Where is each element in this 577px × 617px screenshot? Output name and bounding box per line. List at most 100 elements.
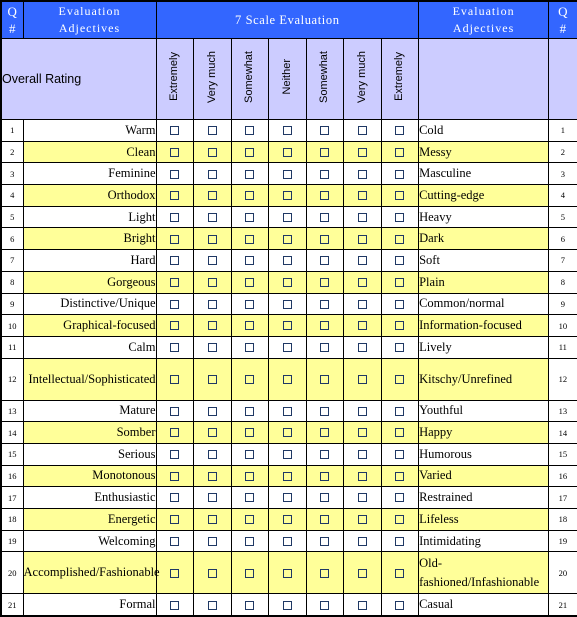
- empty-checkbox-icon[interactable]: [170, 600, 180, 610]
- empty-checkbox-icon[interactable]: [357, 343, 367, 353]
- rating-cell-3[interactable]: [230, 593, 269, 617]
- rating-cell-4[interactable]: [268, 508, 307, 531]
- empty-checkbox-icon[interactable]: [320, 147, 330, 157]
- rating-cell-2[interactable]: [193, 442, 232, 466]
- rating-cell-7[interactable]: [380, 399, 420, 423]
- empty-checkbox-icon[interactable]: [170, 169, 180, 179]
- rating-cell-3[interactable]: [230, 205, 269, 229]
- empty-checkbox-icon[interactable]: [282, 515, 292, 525]
- empty-checkbox-icon[interactable]: [282, 471, 292, 481]
- empty-checkbox-icon[interactable]: [357, 147, 367, 157]
- rating-cell-4[interactable]: [268, 551, 307, 595]
- empty-checkbox-icon[interactable]: [357, 536, 367, 546]
- rating-cell-7[interactable]: [380, 140, 420, 164]
- empty-checkbox-icon[interactable]: [320, 191, 330, 201]
- rating-cell-5[interactable]: [305, 249, 344, 272]
- rating-cell-1[interactable]: [155, 357, 194, 401]
- rating-cell-4[interactable]: [268, 162, 307, 186]
- rating-cell-5[interactable]: [305, 357, 344, 401]
- rating-cell-5[interactable]: [305, 314, 344, 337]
- rating-cell-5[interactable]: [305, 270, 344, 294]
- rating-cell-5[interactable]: [305, 593, 344, 617]
- rating-cell-2[interactable]: [193, 357, 232, 401]
- rating-cell-5[interactable]: [305, 119, 344, 142]
- rating-cell-7[interactable]: [380, 442, 420, 466]
- empty-checkbox-icon[interactable]: [357, 493, 367, 503]
- empty-checkbox-icon[interactable]: [282, 343, 292, 353]
- rating-cell-6[interactable]: [343, 227, 382, 251]
- empty-checkbox-icon[interactable]: [170, 212, 180, 222]
- rating-cell-6[interactable]: [343, 357, 382, 401]
- empty-checkbox-icon[interactable]: [245, 277, 255, 287]
- rating-cell-6[interactable]: [343, 551, 382, 595]
- empty-checkbox-icon[interactable]: [282, 299, 292, 309]
- rating-cell-1[interactable]: [155, 593, 194, 617]
- empty-checkbox-icon[interactable]: [320, 234, 330, 244]
- rating-cell-4[interactable]: [268, 486, 307, 509]
- rating-cell-5[interactable]: [305, 486, 344, 509]
- empty-checkbox-icon[interactable]: [395, 299, 405, 309]
- rating-cell-1[interactable]: [155, 551, 194, 595]
- empty-checkbox-icon[interactable]: [245, 191, 255, 201]
- rating-cell-2[interactable]: [193, 508, 232, 531]
- empty-checkbox-icon[interactable]: [320, 343, 330, 353]
- empty-checkbox-icon[interactable]: [245, 374, 255, 384]
- empty-checkbox-icon[interactable]: [207, 256, 217, 266]
- empty-checkbox-icon[interactable]: [207, 299, 217, 309]
- rating-cell-7[interactable]: [380, 184, 420, 207]
- empty-checkbox-icon[interactable]: [207, 450, 217, 460]
- rating-cell-5[interactable]: [305, 442, 344, 466]
- empty-checkbox-icon[interactable]: [357, 568, 367, 578]
- rating-cell-1[interactable]: [155, 270, 194, 294]
- rating-cell-2[interactable]: [193, 205, 232, 229]
- rating-cell-5[interactable]: [305, 529, 344, 553]
- empty-checkbox-icon[interactable]: [395, 126, 405, 136]
- empty-checkbox-icon[interactable]: [245, 212, 255, 222]
- empty-checkbox-icon[interactable]: [395, 493, 405, 503]
- rating-cell-7[interactable]: [380, 249, 420, 272]
- rating-cell-1[interactable]: [155, 205, 194, 229]
- rating-cell-6[interactable]: [343, 205, 382, 229]
- empty-checkbox-icon[interactable]: [245, 126, 255, 136]
- rating-cell-6[interactable]: [343, 593, 382, 617]
- rating-cell-6[interactable]: [343, 184, 382, 207]
- rating-cell-3[interactable]: [230, 421, 269, 444]
- rating-cell-3[interactable]: [230, 508, 269, 531]
- rating-cell-3[interactable]: [230, 270, 269, 294]
- empty-checkbox-icon[interactable]: [170, 191, 180, 201]
- empty-checkbox-icon[interactable]: [395, 515, 405, 525]
- empty-checkbox-icon[interactable]: [207, 277, 217, 287]
- empty-checkbox-icon[interactable]: [357, 428, 367, 438]
- rating-cell-4[interactable]: [268, 421, 307, 444]
- rating-cell-2[interactable]: [193, 292, 232, 316]
- rating-cell-5[interactable]: [305, 551, 344, 595]
- empty-checkbox-icon[interactable]: [207, 169, 217, 179]
- empty-checkbox-icon[interactable]: [282, 450, 292, 460]
- rating-cell-7[interactable]: [380, 119, 420, 142]
- rating-cell-6[interactable]: [343, 464, 382, 488]
- empty-checkbox-icon[interactable]: [357, 277, 367, 287]
- rating-cell-4[interactable]: [268, 227, 307, 251]
- empty-checkbox-icon[interactable]: [395, 536, 405, 546]
- empty-checkbox-icon[interactable]: [320, 256, 330, 266]
- rating-cell-6[interactable]: [343, 486, 382, 509]
- empty-checkbox-icon[interactable]: [170, 515, 180, 525]
- empty-checkbox-icon[interactable]: [207, 234, 217, 244]
- rating-cell-7[interactable]: [380, 162, 420, 186]
- empty-checkbox-icon[interactable]: [320, 428, 330, 438]
- rating-cell-5[interactable]: [305, 421, 344, 444]
- empty-checkbox-icon[interactable]: [170, 471, 180, 481]
- empty-checkbox-icon[interactable]: [245, 493, 255, 503]
- rating-cell-4[interactable]: [268, 205, 307, 229]
- empty-checkbox-icon[interactable]: [357, 374, 367, 384]
- empty-checkbox-icon[interactable]: [282, 191, 292, 201]
- empty-checkbox-icon[interactable]: [245, 600, 255, 610]
- rating-cell-3[interactable]: [230, 162, 269, 186]
- rating-cell-1[interactable]: [155, 421, 194, 444]
- rating-cell-7[interactable]: [380, 227, 420, 251]
- empty-checkbox-icon[interactable]: [282, 277, 292, 287]
- rating-cell-2[interactable]: [193, 184, 232, 207]
- empty-checkbox-icon[interactable]: [207, 406, 217, 416]
- rating-cell-4[interactable]: [268, 119, 307, 142]
- rating-cell-7[interactable]: [380, 486, 420, 509]
